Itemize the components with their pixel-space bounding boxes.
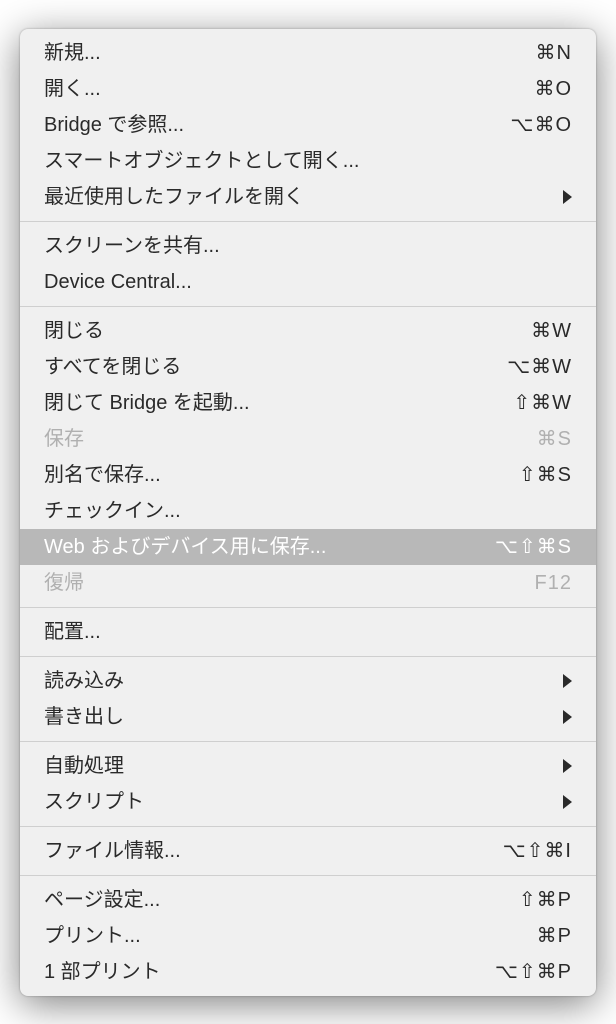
menu-item-label: ページ設定... (44, 885, 160, 915)
menu-item-right: ⌘O (534, 74, 572, 104)
menu-item-save: 保存 ⌘S (20, 421, 596, 457)
menu-item-share-screen[interactable]: スクリーンを共有... (20, 228, 596, 264)
menu-item-right: ⌥⌘O (510, 110, 572, 140)
menu-item-label: 書き出し (44, 702, 124, 732)
menu-item-import[interactable]: 読み込み (20, 663, 596, 699)
menu-item-label: ファイル情報... (44, 836, 181, 866)
menu-shortcut: ⇧⌘S (519, 460, 572, 490)
menu-item-save-as[interactable]: 別名で保存... ⇧⌘S (20, 457, 596, 493)
menu-item-check-in[interactable]: チェックイン... (20, 493, 596, 529)
menu-separator (20, 221, 596, 222)
menu-shortcut: ⌘S (537, 424, 572, 454)
menu-item-label: スクリプト (44, 787, 144, 817)
menu-shortcut: ⌥⌘O (510, 110, 572, 140)
file-menu: 新規... ⌘N 開く... ⌘O Bridge で参照... ⌥⌘O スマートオブジェクト… (20, 29, 596, 996)
menu-item-print[interactable]: プリント... ⌘P (20, 918, 596, 954)
menu-separator (20, 607, 596, 608)
menu-separator (20, 826, 596, 827)
menu-shortcut: F12 (535, 568, 572, 598)
menu-item-close[interactable]: 閉じる ⌘W (20, 313, 596, 349)
menu-item-right: F12 (535, 568, 572, 598)
menu-shortcut: ⇧⌘P (519, 885, 572, 915)
submenu-arrow-icon (563, 759, 572, 773)
menu-item-revert: 復帰 F12 (20, 565, 596, 601)
menu-item-open[interactable]: 開く... ⌘O (20, 71, 596, 107)
menu-separator (20, 875, 596, 876)
menu-item-right: ⌥⇧⌘I (503, 836, 572, 866)
menu-item-label: プリント... (44, 921, 141, 951)
menu-item-print-one[interactable]: 1 部プリント ⌥⇧⌘P (20, 954, 596, 990)
menu-shortcut: ⌘P (537, 921, 572, 951)
menu-item-browse-bridge[interactable]: Bridge で参照... ⌥⌘O (20, 107, 596, 143)
menu-item-label: 新規... (44, 38, 101, 68)
menu-item-file-info[interactable]: ファイル情報... ⌥⇧⌘I (20, 833, 596, 869)
menu-item-label: スマートオブジェクトとして開く... (44, 146, 359, 176)
menu-item-save-for-web[interactable]: Web およびデバイス用に保存... ⌥⇧⌘S (20, 529, 596, 565)
menu-item-right (563, 674, 572, 688)
menu-item-right (563, 795, 572, 809)
menu-shortcut: ⌥⇧⌘S (495, 532, 572, 562)
menu-item-right: ⌘S (537, 424, 572, 454)
menu-item-label: Device Central... (44, 267, 192, 297)
menu-item-device-central[interactable]: Device Central... (20, 264, 596, 300)
submenu-arrow-icon (563, 795, 572, 809)
menu-item-label: 最近使用したファイルを開く (44, 182, 304, 212)
menu-item-label: Web およびデバイス用に保存... (44, 532, 326, 562)
menu-item-label: 1 部プリント (44, 957, 161, 987)
menu-item-right: ⌥⌘W (507, 352, 572, 382)
menu-item-place[interactable]: 配置... (20, 614, 596, 650)
menu-separator (20, 306, 596, 307)
menu-shortcut: ⌘N (536, 38, 572, 68)
menu-item-right: ⇧⌘P (519, 885, 572, 915)
menu-item-label: 保存 (44, 424, 84, 454)
menu-item-open-recent[interactable]: 最近使用したファイルを開く (20, 179, 596, 215)
menu-item-scripts[interactable]: スクリプト (20, 784, 596, 820)
menu-shortcut: ⌥⌘W (507, 352, 572, 382)
submenu-arrow-icon (563, 674, 572, 688)
menu-item-label: 開く... (44, 74, 101, 104)
menu-item-label: 配置... (44, 617, 101, 647)
menu-item-close-go-bridge[interactable]: 閉じて Bridge を起動... ⇧⌘W (20, 385, 596, 421)
menu-item-label: 別名で保存... (44, 460, 161, 490)
menu-item-right: ⇧⌘W (513, 388, 572, 418)
menu-item-label: スクリーンを共有... (44, 231, 220, 261)
menu-item-label: Bridge で参照... (44, 110, 184, 140)
menu-item-right: ⌘P (537, 921, 572, 951)
menu-item-label: 復帰 (44, 568, 84, 598)
menu-shortcut: ⌥⇧⌘P (495, 957, 572, 987)
menu-item-new[interactable]: 新規... ⌘N (20, 35, 596, 71)
menu-separator (20, 656, 596, 657)
menu-shortcut: ⌘W (531, 316, 572, 346)
menu-item-right: ⌥⇧⌘S (495, 532, 572, 562)
menu-shortcut: ⌥⇧⌘I (503, 836, 572, 866)
menu-item-right: ⌘N (536, 38, 572, 68)
menu-item-close-all[interactable]: すべてを閉じる ⌥⌘W (20, 349, 596, 385)
menu-item-right (563, 710, 572, 724)
menu-item-right (563, 759, 572, 773)
menu-item-label: チェックイン... (44, 496, 181, 526)
menu-item-right: ⇧⌘S (519, 460, 572, 490)
menu-item-right: ⌥⇧⌘P (495, 957, 572, 987)
menu-item-label: 閉じる (44, 316, 104, 346)
menu-item-page-setup[interactable]: ページ設定... ⇧⌘P (20, 882, 596, 918)
menu-item-label: 読み込み (44, 666, 124, 696)
menu-shortcut: ⌘O (534, 74, 572, 104)
menu-item-right (563, 190, 572, 204)
menu-item-open-as-smart[interactable]: スマートオブジェクトとして開く... (20, 143, 596, 179)
menu-item-label: すべてを閉じる (44, 352, 181, 382)
menu-separator (20, 741, 596, 742)
menu-item-label: 閉じて Bridge を起動... (44, 388, 250, 418)
submenu-arrow-icon (563, 710, 572, 724)
menu-shortcut: ⇧⌘W (513, 388, 572, 418)
menu-item-export[interactable]: 書き出し (20, 699, 596, 735)
menu-item-label: 自動処理 (44, 751, 124, 781)
menu-item-right: ⌘W (531, 316, 572, 346)
menu-item-automate[interactable]: 自動処理 (20, 748, 596, 784)
submenu-arrow-icon (563, 190, 572, 204)
